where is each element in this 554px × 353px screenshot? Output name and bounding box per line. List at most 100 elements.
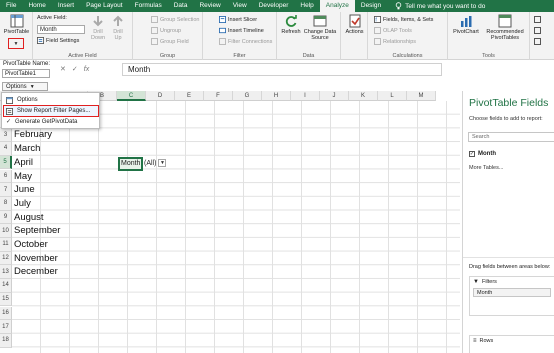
month-cell-june[interactable]: June	[14, 184, 35, 195]
recommended-pivottables-button[interactable]: Recommended PivotTables	[482, 14, 528, 41]
fx-label[interactable]: fx	[84, 66, 89, 73]
row-header-14[interactable]: 14	[0, 279, 12, 293]
tab-view[interactable]: View	[227, 0, 253, 12]
pivottable-name-input[interactable]: PivotTable1	[2, 69, 50, 78]
row-header-7[interactable]: 7	[0, 183, 12, 197]
column-header-i[interactable]: I	[291, 91, 320, 101]
tab-data[interactable]: Data	[168, 0, 194, 12]
column-header-l[interactable]: L	[378, 91, 407, 101]
menu-item-generate-getpivotdata[interactable]: ✓ Generate GetPivotData	[4, 117, 98, 127]
tell-me-box[interactable]: Tell me what you want to do	[395, 2, 485, 10]
month-cell-august[interactable]: August	[14, 212, 44, 223]
tab-formulas[interactable]: Formulas	[129, 0, 168, 12]
fields-items-sets-button[interactable]: f Fields, Items, & Sets	[374, 16, 433, 23]
column-header-h[interactable]: H	[262, 91, 291, 101]
menu-item-show-report-filter-pages[interactable]: Show Report Filter Pages...	[3, 105, 99, 117]
tab-analyze[interactable]: Analyze	[319, 0, 355, 12]
show-buttons-button[interactable]	[534, 27, 541, 34]
tab-design[interactable]: Design	[355, 0, 387, 12]
show-field-list-button[interactable]	[534, 16, 541, 23]
options-button[interactable]: Options ▼	[2, 82, 48, 91]
cancel-icon[interactable]: ✕	[60, 65, 66, 73]
group-field-button[interactable]: Group Field	[151, 38, 189, 45]
column-header-j[interactable]: J	[320, 91, 349, 101]
change-data-source-button[interactable]: Change Data Source	[302, 14, 338, 41]
month-cell-october[interactable]: October	[14, 239, 48, 250]
pivottable-dropdown-button[interactable]: ▼	[8, 38, 24, 49]
insert-timeline-button[interactable]: Insert Timeline	[219, 27, 264, 34]
checkbox-checked-icon[interactable]: ✓	[469, 151, 475, 157]
drill-up-button[interactable]: Drill Up	[109, 14, 127, 41]
tab-page-layout[interactable]: Page Layout	[80, 0, 129, 12]
active-field-input[interactable]: Month	[37, 25, 85, 34]
active-cell-month[interactable]: Month	[118, 157, 143, 171]
tab-insert[interactable]: Insert	[52, 0, 80, 12]
month-cell-march[interactable]: March	[14, 143, 40, 154]
column-header-m[interactable]: M	[407, 91, 436, 101]
month-cell-september[interactable]: September	[14, 225, 60, 236]
row-header-8[interactable]: 8	[0, 196, 12, 211]
filters-area[interactable]: ▼ Filters Month	[469, 276, 554, 316]
row-header-13[interactable]: 13	[0, 265, 12, 280]
month-cell-may[interactable]: May	[14, 171, 32, 182]
report-filter-pages-icon	[6, 107, 13, 115]
row-header-17[interactable]: 17	[0, 320, 12, 334]
rows-area[interactable]: ≡ Rows	[469, 335, 554, 353]
row-header-10[interactable]: 10	[0, 224, 12, 238]
month-cell-july[interactable]: July	[14, 198, 31, 209]
filter-dropdown-icon[interactable]: ▼	[158, 159, 167, 167]
pivottable-button[interactable]: PivotTable	[3, 14, 30, 35]
group-selection-button[interactable]: Group Selection	[151, 16, 199, 23]
row-header-16[interactable]: 16	[0, 306, 12, 321]
filters-area-item-month[interactable]: Month	[473, 288, 551, 297]
month-cell-february[interactable]: February	[14, 129, 52, 140]
filter-value-cell[interactable]: (All) ▼	[144, 159, 167, 167]
menu-item-options[interactable]: Options	[4, 95, 98, 105]
row-header-12[interactable]: 12	[0, 251, 12, 266]
enter-icon[interactable]: ✓	[72, 65, 78, 73]
options-dropdown-menu: Options Show Report Filter Pages... ✓ Ge…	[1, 92, 100, 129]
formula-bar-input[interactable]: Month	[122, 63, 442, 76]
column-header-d[interactable]: D	[146, 91, 175, 101]
insert-slicer-button[interactable]: Insert Slicer	[219, 16, 257, 23]
field-settings-button[interactable]: Field Settings	[37, 37, 79, 44]
month-cell-april[interactable]: April	[14, 157, 33, 168]
group-field-icon	[151, 38, 158, 45]
pivotchart-label: PivotChart	[453, 29, 479, 35]
actions-button[interactable]: Actions	[343, 14, 366, 35]
column-header-k[interactable]: K	[349, 91, 378, 101]
show-headers-button[interactable]	[534, 38, 541, 45]
row-header-18[interactable]: 18	[0, 333, 12, 348]
column-header-f[interactable]: F	[204, 91, 233, 101]
row-header-4[interactable]: 4	[0, 142, 12, 156]
refresh-button[interactable]: Refresh	[280, 14, 302, 35]
row-header-6[interactable]: 6	[0, 169, 12, 184]
row-header-11[interactable]: 11	[0, 238, 12, 252]
olap-tools-button[interactable]: OLAP Tools	[374, 27, 412, 34]
row-header-3[interactable]: 3	[0, 128, 12, 143]
field-month[interactable]: ✓ Month	[469, 151, 496, 157]
row-header-15[interactable]: 15	[0, 292, 12, 307]
tab-developer[interactable]: Developer	[253, 0, 295, 12]
timeline-icon	[219, 27, 226, 34]
row-header-5[interactable]: 5	[0, 155, 12, 170]
relationships-button[interactable]: Relationships	[374, 38, 416, 45]
ungroup-button[interactable]: Ungroup	[151, 27, 181, 34]
month-cell-november[interactable]: November	[14, 253, 58, 264]
pane-search-input[interactable]: Search	[468, 132, 554, 142]
more-tables-link[interactable]: More Tables...	[469, 165, 503, 171]
pivotchart-button[interactable]: PivotChart	[451, 14, 481, 35]
ungroup-icon	[151, 27, 158, 34]
drill-down-button[interactable]: Drill Down	[89, 14, 107, 41]
worksheet-grid[interactable]	[12, 101, 460, 353]
tab-home[interactable]: Home	[22, 0, 51, 12]
row-header-9[interactable]: 9	[0, 210, 12, 225]
column-header-e[interactable]: E	[175, 91, 204, 101]
column-header-c[interactable]: C	[117, 91, 146, 101]
month-cell-december[interactable]: December	[14, 266, 58, 277]
tab-help[interactable]: Help	[294, 0, 319, 12]
column-header-g[interactable]: G	[233, 91, 262, 101]
filter-connections-button[interactable]: Filter Connections	[219, 38, 272, 45]
tab-review[interactable]: Review	[193, 0, 226, 12]
tab-file[interactable]: File	[0, 0, 22, 12]
